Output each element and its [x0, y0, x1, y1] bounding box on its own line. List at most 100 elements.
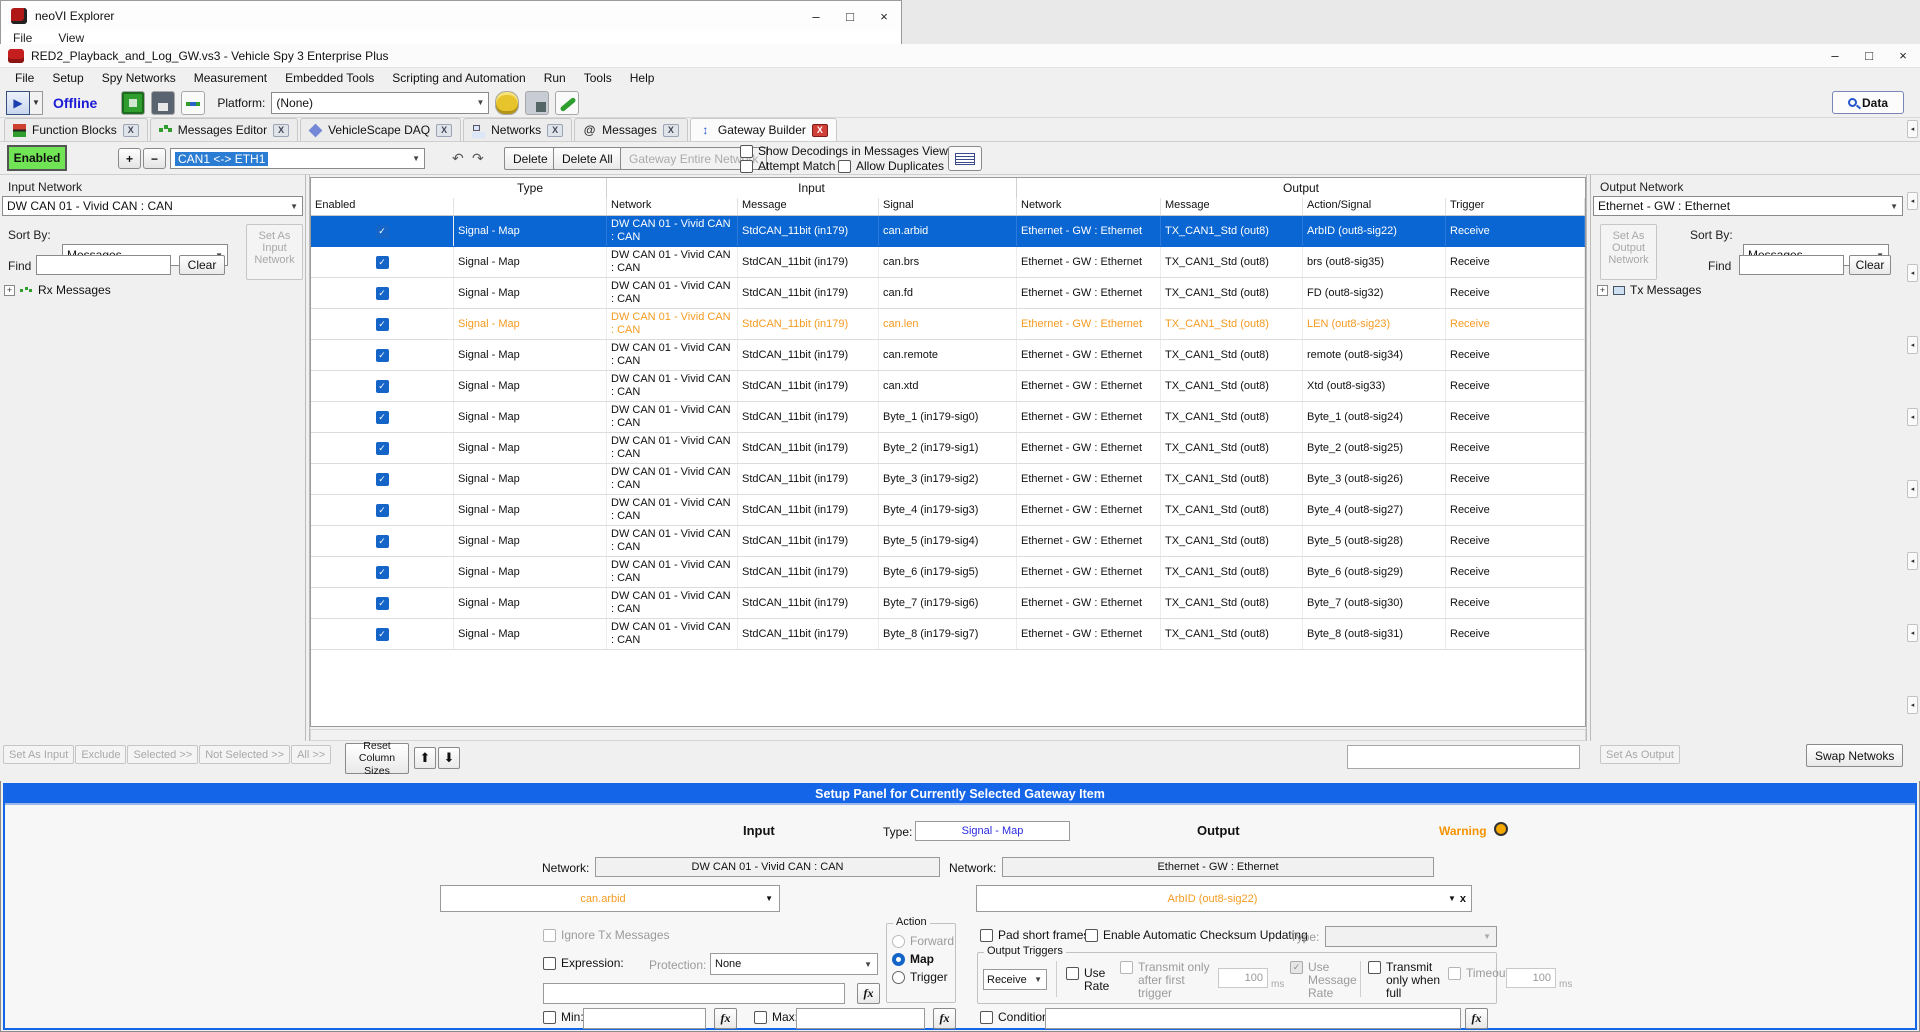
table-cell[interactable]: Ethernet - GW : Ethernet [1017, 340, 1161, 370]
table-cell[interactable]: TX_CAN1_Std (out8) [1161, 464, 1303, 494]
wrench-icon[interactable] [555, 91, 579, 115]
row-enabled-checkbox[interactable]: ✓ [376, 287, 389, 300]
table-cell[interactable]: Signal - Map [454, 340, 607, 370]
max-checkbox[interactable] [754, 1011, 767, 1024]
trigger-radio[interactable] [892, 971, 905, 984]
table-cell[interactable]: DW CAN 01 - Vivid CAN : CAN [607, 371, 738, 401]
min-checkbox[interactable] [543, 1011, 556, 1024]
pad-short-frames-checkbox[interactable] [980, 929, 993, 942]
input-signal-select[interactable]: can.arbid ▼ [440, 885, 780, 912]
rate-ms-input[interactable]: 100 [1218, 968, 1268, 988]
table-cell[interactable]: Byte_2 (out8-sig25) [1303, 433, 1446, 463]
table-cell[interactable]: Byte_3 (in179-sig2) [879, 464, 1017, 494]
condition-input[interactable] [1045, 1008, 1461, 1029]
exclude-button[interactable]: Exclude [75, 745, 126, 764]
table-cell[interactable]: Ethernet - GW : Ethernet [1017, 216, 1161, 246]
table-cell[interactable]: TX_CAN1_Std (out8) [1161, 433, 1303, 463]
table-cell[interactable]: Ethernet - GW : Ethernet [1017, 588, 1161, 618]
table-cell[interactable]: TX_CAN1_Std (out8) [1161, 216, 1303, 246]
timeout-checkbox[interactable] [1448, 967, 1461, 980]
table-cell[interactable]: Byte_2 (in179-sig1) [879, 433, 1017, 463]
menu-setup[interactable]: Setup [43, 69, 92, 87]
table-cell[interactable]: Ethernet - GW : Ethernet [1017, 247, 1161, 277]
set-as-output-network-button[interactable]: Set AsOutputNetwork [1600, 224, 1657, 280]
table-cell[interactable]: Receive [1446, 278, 1585, 308]
table-cell[interactable]: can.len [879, 309, 1017, 339]
tab-messages[interactable]: @ Messages X [574, 118, 688, 141]
table-cell[interactable]: DW CAN 01 - Vivid CAN : CAN [607, 526, 738, 556]
table-cell[interactable]: TX_CAN1_Std (out8) [1161, 309, 1303, 339]
data-button[interactable]: Data [1832, 91, 1904, 114]
table-cell[interactable]: Ethernet - GW : Ethernet [1017, 557, 1161, 587]
table-cell[interactable]: Ethernet - GW : Ethernet [1017, 309, 1161, 339]
restore-button[interactable]: □ [1852, 43, 1886, 69]
dock-arrow-button[interactable]: ◂ [1907, 120, 1918, 138]
table-cell[interactable]: Byte_1 (in179-sig0) [879, 402, 1017, 432]
minimize-button[interactable]: – [1818, 43, 1852, 69]
table-cell[interactable]: DW CAN 01 - Vivid CAN : CAN [607, 588, 738, 618]
table-cell[interactable]: LEN (out8-sig23) [1303, 309, 1446, 339]
input-clear-button[interactable]: Clear [179, 255, 225, 275]
transmit-after-checkbox[interactable] [1120, 961, 1133, 974]
table-cell[interactable]: DW CAN 01 - Vivid CAN : CAN [607, 216, 738, 246]
footer-status-box[interactable] [1347, 745, 1580, 769]
table-cell[interactable]: StdCAN_11bit (in179) [738, 371, 879, 401]
table-cell[interactable]: Signal - Map [454, 278, 607, 308]
dock-arrow-button[interactable]: ◂ [1907, 552, 1918, 570]
table-cell[interactable]: Byte_1 (out8-sig24) [1303, 402, 1446, 432]
table-cell[interactable]: Receive [1446, 340, 1585, 370]
table-cell[interactable]: StdCAN_11bit (in179) [738, 464, 879, 494]
table-cell[interactable]: Receive [1446, 402, 1585, 432]
show-decodings-checkbox[interactable] [740, 145, 753, 158]
table-cell[interactable]: Receive [1446, 464, 1585, 494]
table-cell[interactable]: TX_CAN1_Std (out8) [1161, 526, 1303, 556]
neovi-close-button[interactable]: × [867, 3, 901, 29]
table-cell[interactable]: DW CAN 01 - Vivid CAN : CAN [607, 464, 738, 494]
tab-close-icon[interactable]: X [663, 124, 679, 137]
table-cell[interactable]: Signal - Map [454, 557, 607, 587]
tab-close-icon[interactable]: X [123, 124, 139, 137]
table-cell[interactable]: TX_CAN1_Std (out8) [1161, 557, 1303, 587]
table-row[interactable]: ✓Signal - MapDW CAN 01 - Vivid CAN : CAN… [311, 619, 1585, 650]
table-cell[interactable]: DW CAN 01 - Vivid CAN : CAN [607, 557, 738, 587]
dock-arrow-button[interactable]: ◂ [1907, 192, 1918, 210]
row-enabled-checkbox[interactable]: ✓ [376, 597, 389, 610]
row-enabled-checkbox[interactable]: ✓ [376, 566, 389, 579]
table-cell[interactable]: Receive [1446, 557, 1585, 587]
allow-duplicates-checkbox[interactable] [838, 160, 851, 173]
output-signal-select[interactable]: ArbID (out8-sig22) ▼ x [976, 885, 1472, 912]
type-value-box[interactable]: Signal - Map [915, 821, 1070, 841]
table-cell[interactable]: Signal - Map [454, 464, 607, 494]
condition-fx-button[interactable]: fx [1465, 1008, 1488, 1029]
table-cell[interactable]: Signal - Map [454, 588, 607, 618]
table-cell[interactable]: StdCAN_11bit (in179) [738, 526, 879, 556]
condition-checkbox[interactable] [980, 1011, 993, 1024]
table-cell[interactable]: can.xtd [879, 371, 1017, 401]
table-cell[interactable]: Byte_3 (out8-sig26) [1303, 464, 1446, 494]
tree-expand-icon[interactable]: + [4, 285, 15, 296]
table-cell[interactable]: Receive [1446, 247, 1585, 277]
table-cell[interactable]: can.brs [879, 247, 1017, 277]
gateway-select[interactable]: CAN1 <-> ETH1 ▼ [170, 148, 425, 169]
table-cell[interactable]: DW CAN 01 - Vivid CAN : CAN [607, 247, 738, 277]
expression-fx-button[interactable]: fx [857, 983, 880, 1004]
table-cell[interactable]: Byte_8 (out8-sig31) [1303, 619, 1446, 649]
table-cell[interactable]: Signal - Map [454, 371, 607, 401]
use-rate-checkbox[interactable] [1066, 967, 1079, 980]
horizontal-scrollbar[interactable] [310, 729, 1586, 741]
tab-messages-editor[interactable]: Messages Editor X [150, 118, 298, 141]
table-cell[interactable]: TX_CAN1_Std (out8) [1161, 495, 1303, 525]
table-row[interactable]: ✓Signal - MapDW CAN 01 - Vivid CAN : CAN… [311, 340, 1585, 371]
table-cell[interactable]: Signal - Map [454, 402, 607, 432]
neovi-minimize-button[interactable]: – [799, 3, 833, 29]
table-cell[interactable]: Ethernet - GW : Ethernet [1017, 433, 1161, 463]
table-cell[interactable]: Ethernet - GW : Ethernet [1017, 526, 1161, 556]
table-row[interactable]: ✓Signal - MapDW CAN 01 - Vivid CAN : CAN… [311, 526, 1585, 557]
tab-gateway-builder[interactable]: ↕ Gateway Builder X [690, 118, 837, 141]
table-cell[interactable]: Byte_7 (out8-sig30) [1303, 588, 1446, 618]
table-cell[interactable]: Ethernet - GW : Ethernet [1017, 495, 1161, 525]
reset-column-sizes-button[interactable]: Reset Column Sizes [345, 743, 409, 774]
set-as-input-network-button[interactable]: Set AsInputNetwork [246, 224, 303, 280]
use-message-rate-checkbox[interactable]: ✓ [1290, 961, 1303, 974]
table-cell[interactable]: StdCAN_11bit (in179) [738, 619, 879, 649]
